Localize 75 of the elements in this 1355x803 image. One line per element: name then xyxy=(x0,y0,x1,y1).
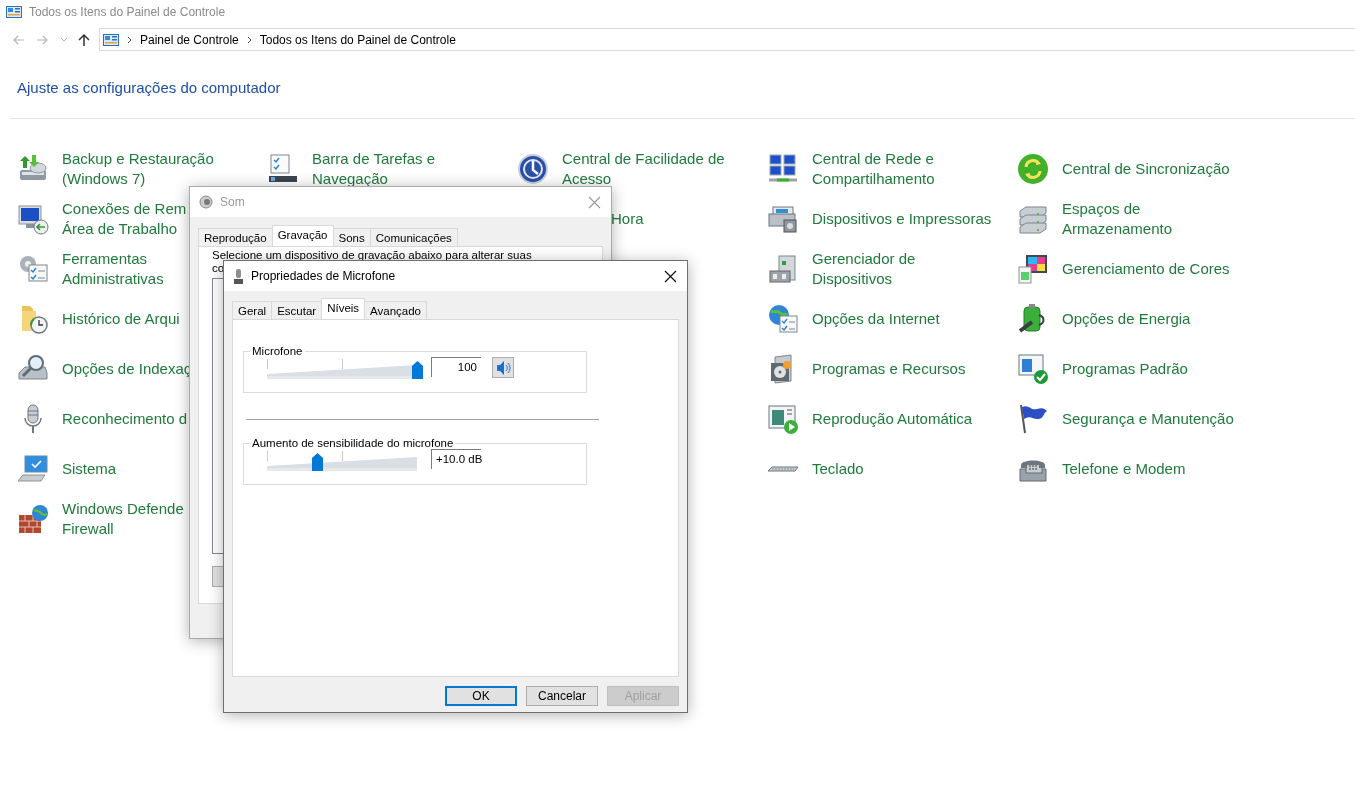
printer-icon xyxy=(767,203,799,235)
accessibility-icon xyxy=(517,153,549,185)
control-panel-icon xyxy=(103,33,119,46)
up-arrow-icon xyxy=(78,32,90,47)
chevron-icon xyxy=(246,35,252,44)
tab[interactable]: Níveis xyxy=(321,298,366,319)
item-label[interactable]: Reconhecimento d xyxy=(62,409,188,429)
forward-arrow-icon xyxy=(36,33,50,46)
item-label[interactable]: Histórico de Arqui xyxy=(62,309,180,329)
slider-thumb[interactable] xyxy=(412,361,423,379)
sync-icon xyxy=(1017,153,1049,185)
item-label[interactable]: Gerenciador de Dispositivos xyxy=(812,249,916,289)
tab[interactable]: Comunicações xyxy=(369,228,458,246)
item-label[interactable]: Espaços de Armazenamento xyxy=(1062,199,1173,239)
item-label[interactable]: Programas e Recursos xyxy=(812,359,966,379)
microphone-icon xyxy=(233,268,244,284)
group-label: Aumento de sensibilidade do microfone xyxy=(251,437,455,449)
speaker-icon xyxy=(495,359,511,376)
close-icon xyxy=(588,195,601,209)
item-label[interactable]: Telefone e Modem xyxy=(1062,459,1186,479)
item-label[interactable]: Backup e Restauração (Windows 7) xyxy=(62,149,214,189)
color-monitor-icon xyxy=(1017,253,1049,285)
breadcrumb[interactable]: Todos os Itens do Painel de Controle xyxy=(259,32,456,47)
item-label[interactable]: Opções da Internet xyxy=(812,309,940,329)
item-label[interactable]: Ferramentas Administrativas xyxy=(62,249,164,289)
group-label: Microfone xyxy=(251,345,304,357)
taskbar-icon xyxy=(267,153,299,185)
computer-tower-icon xyxy=(767,253,799,285)
flag-icon xyxy=(1017,403,1049,435)
control-panel-icon xyxy=(6,6,22,18)
window-title: Todos os Itens do Painel de Controle xyxy=(29,5,226,19)
level-value[interactable]: +10.0 dB xyxy=(431,449,481,469)
item-label[interactable]: Barra de Tarefas e Navegação xyxy=(312,149,436,189)
tab[interactable]: Gravação xyxy=(271,225,334,246)
address-bar[interactable]: Painel de Controle Todos os Itens do Painel de Controle xyxy=(99,28,1355,51)
item-label[interactable]: Central de Rede e Compartilhamento xyxy=(812,149,935,189)
back-arrow-icon xyxy=(12,33,26,46)
tab[interactable]: Reprodução xyxy=(198,228,273,246)
dialog-button[interactable]: OK xyxy=(445,686,517,706)
network-icon xyxy=(767,153,799,185)
window-play-icon xyxy=(767,403,799,435)
item-label[interactable]: Central de Facilidade de Acesso xyxy=(562,149,725,189)
item-label[interactable]: Dispositivos e Impressoras xyxy=(812,209,992,229)
close-icon xyxy=(664,269,677,283)
item-label[interactable]: Segurança e Manutenção xyxy=(1062,409,1234,429)
item-label[interactable]: Reprodução Automática xyxy=(812,409,973,429)
level-value[interactable]: 100 xyxy=(431,357,481,377)
item-label[interactable]: Central de Sincronização xyxy=(1062,159,1230,179)
slider-thumb[interactable] xyxy=(311,453,323,471)
page-heading: Ajuste as configurações do computador xyxy=(17,78,281,98)
keyboard-icon xyxy=(767,466,799,472)
dialog-title: Som xyxy=(220,195,246,209)
item-label[interactable]: Sistema xyxy=(62,459,117,479)
tab[interactable]: Geral xyxy=(232,301,273,319)
item-label[interactable]: Gerenciamento de Cores xyxy=(1062,259,1230,279)
stacked-drives-icon xyxy=(1017,203,1049,235)
breadcrumb[interactable]: Painel de Controle xyxy=(140,32,239,47)
remote-desktop-icon xyxy=(17,203,49,235)
item-label[interactable]: Conexões de Rem Área de Trabalho xyxy=(62,199,187,239)
item-label[interactable]: Teclado xyxy=(812,459,864,479)
admin-tools-icon xyxy=(17,253,49,285)
speaker-icon xyxy=(199,195,213,209)
window-check-icon xyxy=(1017,353,1049,385)
chevron-icon xyxy=(127,35,132,44)
brick-wall-globe-icon xyxy=(17,503,49,535)
item-label[interactable]: Opções de Indexaç xyxy=(62,359,192,379)
item-label[interactable]: Opções de Energia xyxy=(1062,309,1191,329)
dropdown-icon xyxy=(60,36,68,43)
tab[interactable]: Avançado xyxy=(364,301,428,319)
globe-list-icon xyxy=(767,303,799,335)
item-label[interactable]: Windows Defende Firewall xyxy=(62,499,184,539)
item-label[interactable]: Programas Padrão xyxy=(1062,359,1188,379)
mute-button[interactable] xyxy=(492,357,514,378)
computer-icon xyxy=(17,453,49,485)
dialog-button[interactable]: Cancelar xyxy=(526,686,598,706)
